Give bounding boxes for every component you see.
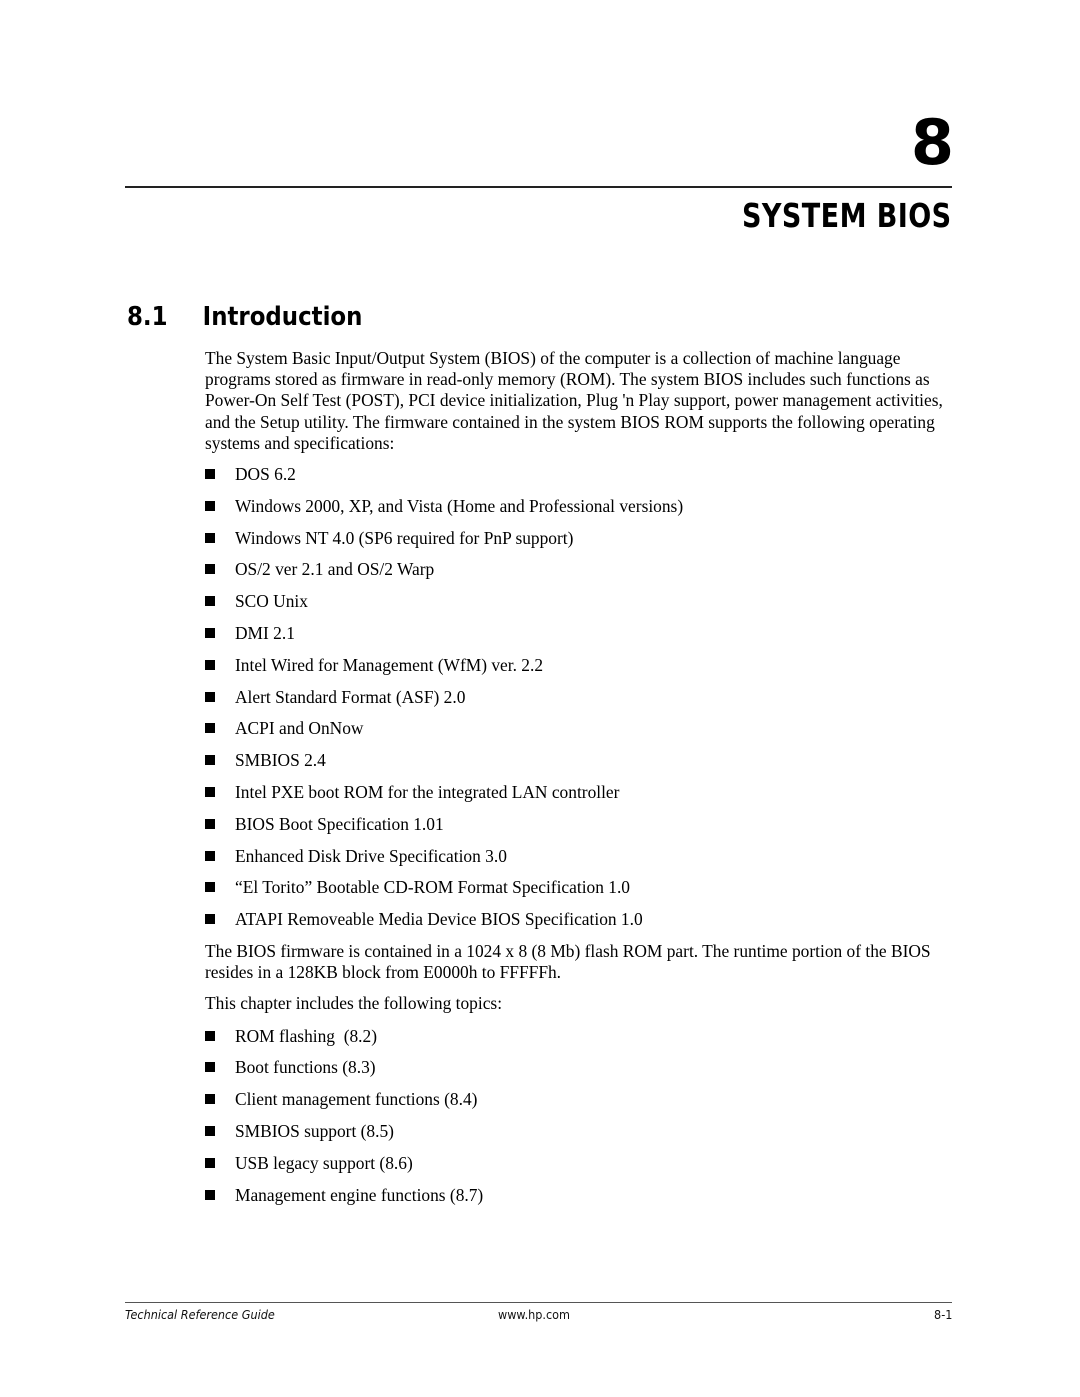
section-number: 8.1 <box>127 302 168 332</box>
bullet-square-icon <box>205 1094 215 1105</box>
list-item: Windows NT 4.0 (SP6 required for PnP sup… <box>205 528 965 560</box>
list-item: Alert Standard Format (ASF) 2.0 <box>205 687 965 719</box>
list-item: SCO Unix <box>205 591 965 623</box>
bullet-square-icon <box>205 500 215 511</box>
list-item: OS/2 ver 2.1 and OS/2 Warp <box>205 559 965 591</box>
bullet-square-icon <box>205 1189 215 1200</box>
topics-list: ROM flashing (8.2) Boot functions (8.3) … <box>205 1026 965 1217</box>
firmware-paragraph: The BIOS firmware is contained in a 1024… <box>205 940 931 983</box>
supported-list: DOS 6.2 Windows 2000, XP, and Vista (Hom… <box>205 464 965 941</box>
bullet-square-icon <box>205 469 215 480</box>
list-item: DOS 6.2 <box>205 464 965 496</box>
bullet-square-icon <box>205 564 215 575</box>
list-item: Enhanced Disk Drive Specification 3.0 <box>205 846 965 878</box>
bullet-square-icon <box>205 659 215 670</box>
bullet-square-icon <box>205 596 215 607</box>
section-title: Introduction <box>202 302 363 332</box>
bullet-square-icon <box>205 786 215 797</box>
footer-divider <box>125 1302 952 1303</box>
topics-intro: This chapter includes the following topi… <box>205 993 503 1014</box>
bullet-square-icon <box>205 850 215 861</box>
list-item: ROM flashing (8.2) <box>205 1026 965 1058</box>
footer-guide-title: Technical Reference Guide <box>125 1307 275 1322</box>
chapter-divider <box>125 186 952 188</box>
bullet-square-icon <box>205 1125 215 1136</box>
list-item: ACPI and OnNow <box>205 718 965 750</box>
bullet-square-icon <box>205 532 215 543</box>
list-item: Client management functions (8.4) <box>205 1089 965 1121</box>
section-heading: 8.1 Introduction <box>127 300 362 334</box>
bullet-square-icon <box>205 1030 215 1041</box>
list-item: Boot functions (8.3) <box>205 1057 965 1089</box>
list-item: USB legacy support (8.6) <box>205 1153 965 1185</box>
bullet-square-icon <box>205 691 215 702</box>
list-item: ATAPI Removeable Media Device BIOS Speci… <box>205 909 965 941</box>
bullet-square-icon <box>205 914 215 925</box>
bullet-square-icon <box>205 1157 215 1168</box>
list-item: “El Torito” Bootable CD-ROM Format Speci… <box>205 877 965 909</box>
list-item: Intel Wired for Management (WfM) ver. 2.… <box>205 655 965 687</box>
list-item: Windows 2000, XP, and Vista (Home and Pr… <box>205 496 965 528</box>
bullet-square-icon <box>205 882 215 893</box>
chapter-number: 8 <box>910 106 954 179</box>
list-item: Management engine functions (8.7) <box>205 1185 965 1217</box>
bullet-square-icon <box>205 818 215 829</box>
bullet-square-icon <box>205 723 215 734</box>
intro-paragraph: The System Basic Input/Output System (BI… <box>205 348 943 453</box>
list-item: BIOS Boot Specification 1.01 <box>205 814 965 846</box>
bullet-square-icon <box>205 628 215 638</box>
list-item: SMBIOS support (8.5) <box>205 1121 965 1153</box>
chapter-title: SYSTEM BIOS <box>742 196 952 235</box>
list-item: Intel PXE boot ROM for the integrated LA… <box>205 782 965 814</box>
bullet-square-icon <box>205 755 215 766</box>
body-content: The System Basic Input/Output System (BI… <box>205 348 965 1216</box>
footer-page-number: 8-1 <box>933 1307 952 1322</box>
bullet-square-icon <box>205 1062 215 1073</box>
list-item: SMBIOS 2.4 <box>205 750 965 782</box>
list-item: DMI 2.1 <box>205 623 965 655</box>
footer-website-link[interactable]: www.hp.com <box>498 1307 570 1323</box>
